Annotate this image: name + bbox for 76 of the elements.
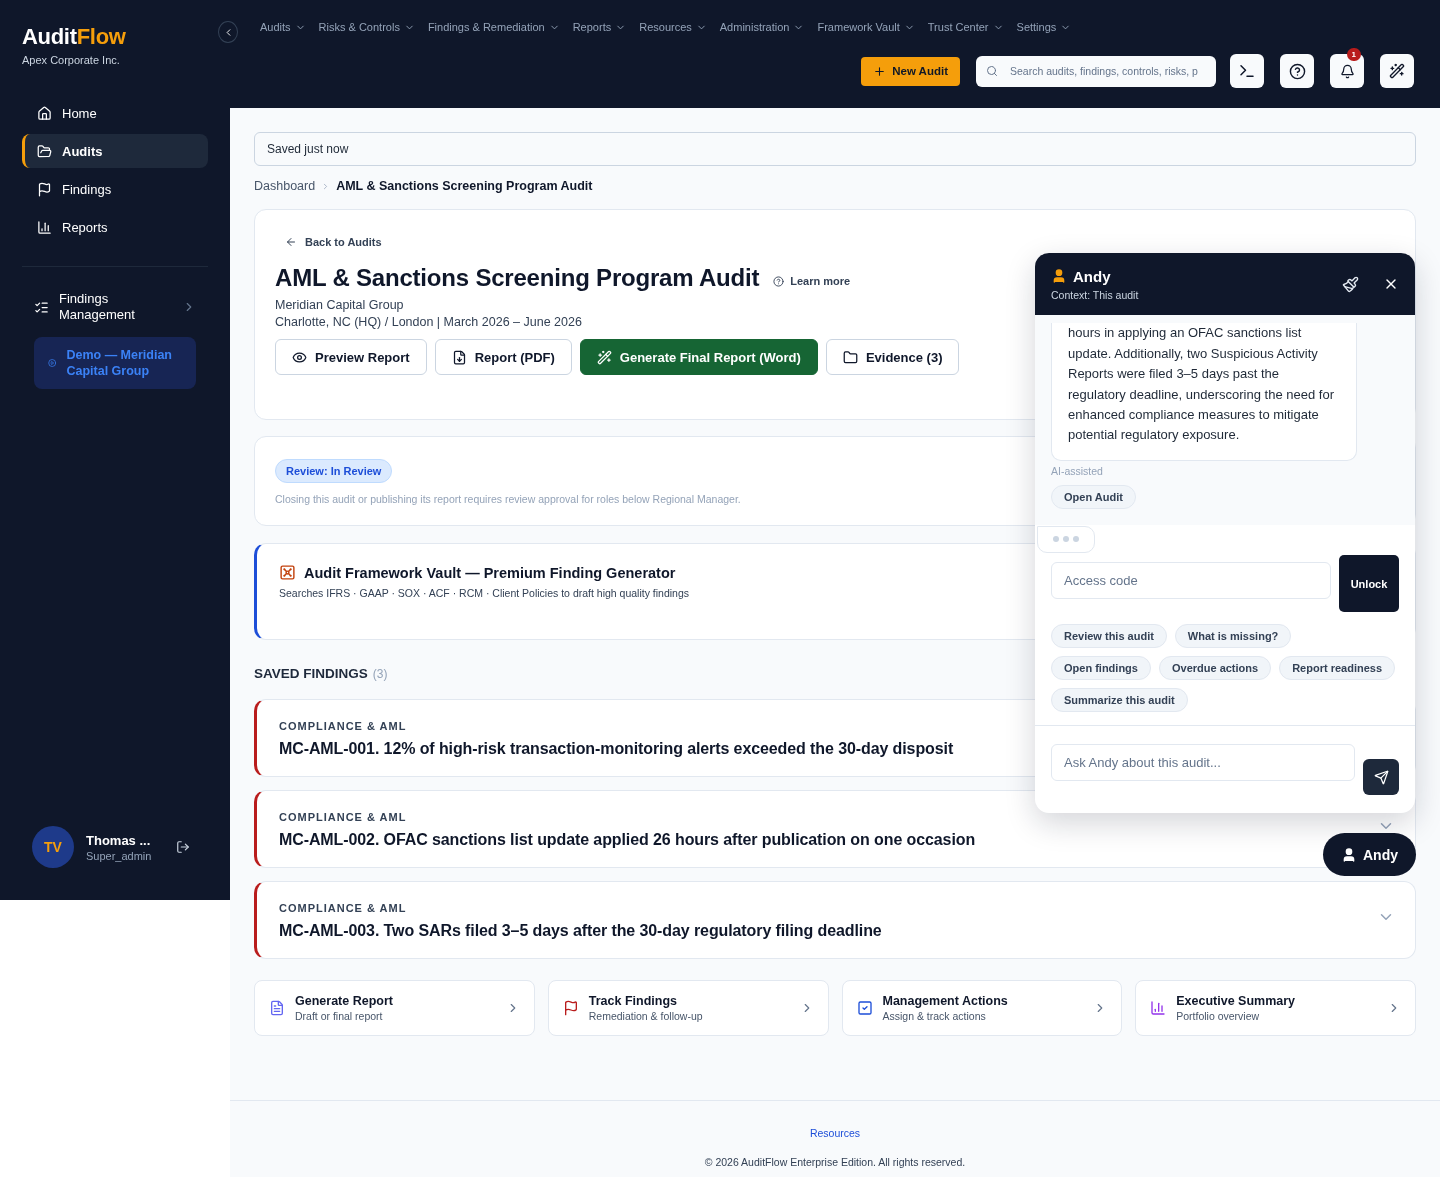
search-field[interactable]: Search audits, findings, controls, risks, p: [976, 55, 1216, 87]
back-link[interactable]: Back to Audits: [285, 236, 1395, 248]
sidebar-group[interactable]: Findings Management: [59, 291, 172, 323]
nav-menu[interactable]: Trust Center: [927, 21, 1004, 33]
action-button[interactable]: Preview Report: [275, 339, 427, 375]
breadcrumb-link[interactable]: Dashboard: [254, 179, 316, 193]
copyright: © 2026 AuditFlow Enterprise Edition. All rights reserved.: [704, 1156, 966, 1168]
finding-title: MC-AML-002. OFAC sanctions list update applied 26 hours after publication on one occasion: [279, 831, 976, 849]
open-audit-button[interactable]: Open Audit: [1051, 484, 1136, 509]
sidebar-item[interactable]: Reports: [22, 210, 208, 244]
finding-title: MC-AML-003. Two SARs filed 3–5 days after the 30-day regulatory filing deadline: [279, 922, 882, 940]
quick-link-subtitle: Remediation & follow-up: [588, 1010, 704, 1022]
suggestion-chip[interactable]: What is missing?: [1174, 624, 1292, 648]
client-name: Meridian Capital Group: [275, 298, 405, 312]
vault-description: Searches IFRS · GAAP · SOX · ACF · RCM · Client Policies to draft high quality findings: [279, 587, 690, 599]
chat-input[interactable]: Ask Andy about this audit...: [1051, 744, 1355, 781]
suggestion-chip[interactable]: Review this audit: [1051, 624, 1167, 648]
section-heading: SAVED FINDINGS: [254, 666, 368, 681]
action-button[interactable]: Generate Final Report (Word): [579, 339, 818, 375]
nav-menu[interactable]: Reports: [572, 21, 627, 33]
quick-link-subtitle: Portfolio overview: [1176, 1010, 1261, 1022]
finding-category: COMPLIANCE & AML: [279, 720, 407, 732]
findings-count: (3): [372, 667, 388, 681]
suggestion-chip[interactable]: Summarize this audit: [1051, 688, 1188, 712]
organization-name: Apex Corporate Inc.: [22, 54, 121, 66]
review-note: Closing this audit or publishing its report requires review approval for roles below Regional Manager.: [275, 493, 741, 505]
unlock-button[interactable]: Unlock: [1339, 555, 1399, 612]
suggestion-chip[interactable]: Overdue actions: [1158, 656, 1272, 680]
quick-link-card[interactable]: Generate Report Draft or final report: [254, 980, 535, 1036]
nav-menu[interactable]: Risks & Controls: [318, 21, 415, 33]
save-status: Saved just now: [254, 132, 1416, 166]
quick-link-card[interactable]: Track Findings Remediation & follow-up: [547, 980, 829, 1036]
finding-card[interactable]: COMPLIANCE & AML MC-AML-003. Two SARs filed 3–5 days after the 30-day regulatory filing deadline: [254, 881, 1416, 959]
chat-context: Context: This audit: [1051, 288, 1140, 301]
suggestion-chip[interactable]: Open findings: [1051, 656, 1151, 680]
quick-link-subtitle: Assign & track actions: [882, 1010, 987, 1022]
quick-link-title: Track Findings: [588, 994, 678, 1008]
nav-menu[interactable]: Resources: [639, 21, 707, 33]
vault-title: Audit Framework Vault — Premium Finding Generator: [304, 564, 676, 581]
action-button[interactable]: Report (PDF): [434, 339, 572, 375]
quick-link-card[interactable]: Executive Summary Portfolio overview: [1135, 980, 1416, 1036]
quick-link-title: Executive Summary: [1176, 994, 1297, 1008]
learn-more-link[interactable]: Learn more: [773, 275, 851, 287]
quick-link-subtitle: Draft or final report: [295, 1010, 384, 1022]
nav-menu[interactable]: Audits: [260, 21, 306, 33]
access-code-field[interactable]: Access code: [1051, 562, 1331, 599]
assistant-name: Andy: [1073, 267, 1111, 285]
audit-details: Charlotte, NC (HQ) / London | March 2026 – June 2026: [275, 315, 583, 329]
nav-menu[interactable]: Framework Vault: [817, 21, 915, 33]
nav-menu[interactable]: Settings: [1016, 21, 1072, 33]
user-avatar: TV: [32, 826, 74, 868]
demo-link[interactable]: Demo — Meridian Capital Group: [34, 337, 196, 389]
quick-link-card[interactable]: Management Actions Assign & track actions: [841, 980, 1123, 1036]
review-status-badge: Review: In Review: [275, 459, 393, 483]
finding-category: COMPLIANCE & AML: [279, 811, 407, 823]
finding-category: COMPLIANCE & AML: [279, 902, 407, 914]
footer-link[interactable]: Resources: [809, 1127, 861, 1139]
sidebar-item[interactable]: Audits: [22, 134, 208, 168]
user-name: Thomas ...: [86, 832, 152, 848]
action-button[interactable]: Evidence (3): [825, 339, 960, 375]
sidebar-item[interactable]: Home: [22, 96, 208, 130]
new-audit-button[interactable]: New Audit: [861, 56, 960, 86]
quick-link-title: Generate Report: [295, 994, 394, 1008]
suggestion-chip[interactable]: Report readiness: [1279, 656, 1396, 680]
finding-title: MC-AML-001. 12% of high-risk transaction-monitoring alerts exceeded the 30-day disposit: [279, 740, 954, 758]
sidebar-item[interactable]: Findings: [22, 172, 208, 206]
chat-message: hours in applying an OFAC sanctions list update. Additionally, two Suspicious Activity Reports were filed 3–5 days past the regulatory deadline, underscoring the need for enhanced compliance measures to mitigate potential regulatory exposure.: [1051, 323, 1357, 461]
message-note: AI-assisted: [1051, 464, 1104, 477]
page-title: AML & Sanctions Screening Program Audit: [275, 264, 760, 292]
assistant-launcher-button[interactable]: Andy: [1323, 833, 1416, 876]
breadcrumb-current: AML & Sanctions Screening Program Audit: [336, 179, 593, 193]
quick-link-title: Management Actions: [882, 994, 1009, 1008]
nav-menu[interactable]: Administration: [719, 21, 805, 33]
logo: AuditFlow: [22, 24, 127, 50]
nav-menu[interactable]: Findings & Remediation: [427, 21, 560, 33]
user-role: Super_admin: [86, 849, 153, 862]
